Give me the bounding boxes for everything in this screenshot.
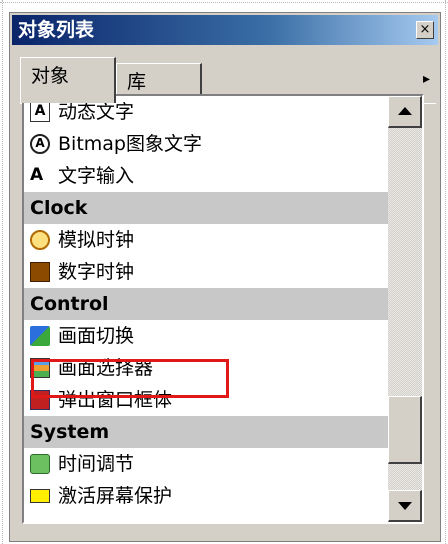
list-item-label: 激活屏幕保护	[58, 485, 173, 507]
list-item-time-adjust[interactable]: 时间调节	[24, 448, 388, 480]
vertical-scrollbar[interactable]	[388, 96, 422, 522]
list-item-popup-window[interactable]: 弹出窗口框体	[24, 384, 388, 416]
list-item-label: 文字输入	[58, 165, 135, 187]
list-item-bitmap-text[interactable]: A Bitmap图象文字	[24, 128, 388, 160]
arrow-up-icon	[398, 107, 412, 115]
arrow-down-icon	[398, 502, 412, 510]
category-system: System	[24, 416, 388, 448]
frame-guide-top	[0, 2, 448, 3]
frame-guide-right	[445, 0, 446, 544]
category-label: Control	[30, 293, 109, 315]
scrollbar-thumb[interactable]	[388, 396, 422, 464]
tab-objects-label: 对象	[31, 65, 70, 87]
screen-switch-icon	[30, 326, 50, 346]
category-label: Clock	[30, 197, 88, 219]
digital-clock-icon	[30, 262, 50, 282]
list-item-label: 弹出窗口框体	[58, 389, 173, 411]
text-a-icon: A	[30, 102, 50, 122]
tab-objects[interactable]: 对象	[20, 57, 116, 103]
bitmap-text-icon: A	[30, 134, 50, 154]
list-item-text-input[interactable]: A 文字输入	[24, 160, 388, 192]
category-clock: Clock	[24, 192, 388, 224]
list-item-screen-switch[interactable]: 画面切换	[24, 320, 388, 352]
list-item-digital-clock[interactable]: 数字时钟	[24, 256, 388, 288]
list-item-label: 画面选择器	[58, 357, 154, 379]
close-button[interactable]: ×	[416, 21, 434, 39]
scroll-up-button[interactable]	[388, 96, 422, 128]
screen-selector-icon	[30, 358, 50, 378]
analog-clock-icon	[30, 230, 50, 250]
close-icon: ×	[419, 22, 431, 37]
text-input-icon: A	[30, 165, 44, 185]
list-item-label: 数字时钟	[58, 261, 135, 283]
list-item-analog-clock[interactable]: 模拟时钟	[24, 224, 388, 256]
object-listbox[interactable]: A 动态文字 A Bitmap图象文字 A 文字输入 Clock 模拟时钟 数字…	[22, 94, 424, 524]
tab-scroll-right-icon[interactable]: ▸	[423, 71, 430, 87]
frame-guide-left	[2, 0, 3, 544]
list-item-screensaver[interactable]: 激活屏幕保护	[24, 480, 388, 512]
list-item-label: 时间调节	[58, 453, 135, 475]
screensaver-icon	[30, 489, 50, 503]
category-label: System	[30, 421, 110, 443]
scroll-down-button[interactable]	[388, 490, 422, 522]
list-item-screen-selector[interactable]: 画面选择器	[24, 352, 388, 384]
object-list-rows: A 动态文字 A Bitmap图象文字 A 文字输入 Clock 模拟时钟 数字…	[24, 96, 388, 512]
time-adjust-icon	[30, 454, 50, 474]
list-item-label: Bitmap图象文字	[58, 133, 202, 155]
title-bar[interactable]: 对象列表 ×	[12, 15, 438, 45]
window-title: 对象列表	[18, 19, 95, 41]
tab-library-label: 库	[127, 71, 147, 93]
category-control: Control	[24, 288, 388, 320]
popup-window-icon	[30, 390, 50, 410]
list-item-label: 模拟时钟	[58, 229, 135, 251]
list-item-label: 画面切换	[58, 325, 135, 347]
